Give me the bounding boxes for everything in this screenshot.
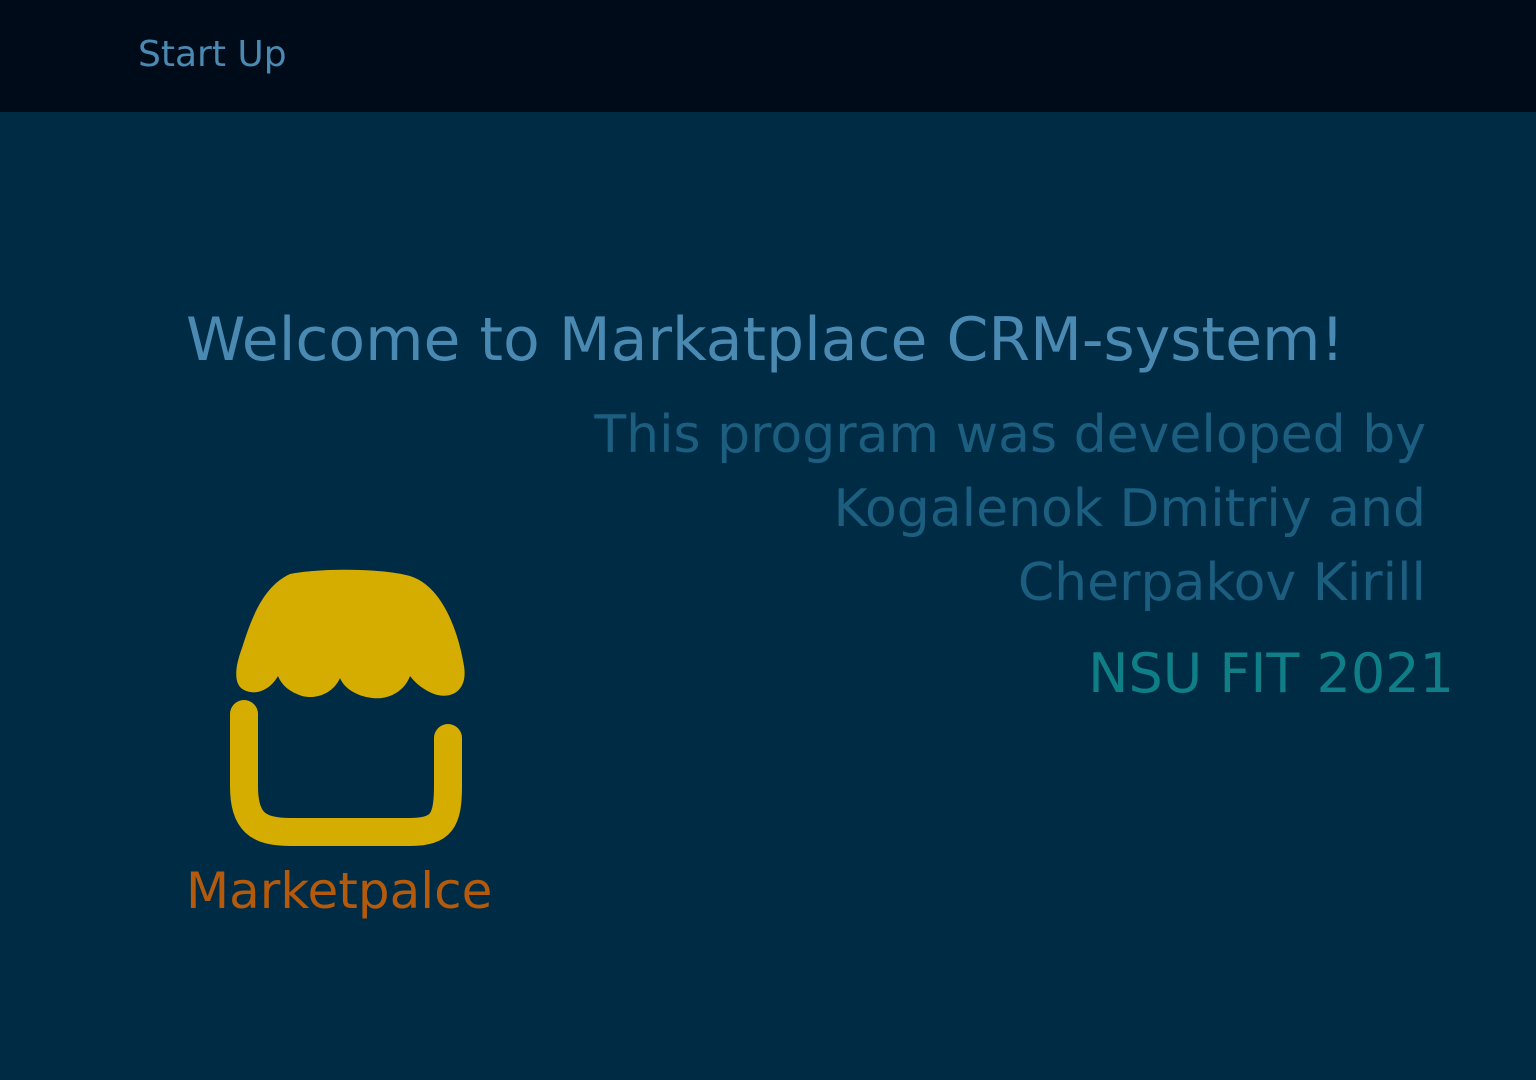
credits-line: Cherpakov Kirill bbox=[1017, 553, 1426, 613]
developer-credits: This program was developed by Kogalenok … bbox=[594, 398, 1426, 620]
window-header: Start Up bbox=[0, 0, 1536, 112]
store-base-shape bbox=[230, 700, 462, 846]
window-title: Start Up bbox=[138, 34, 287, 75]
organization-year: NSU FIT 2021 bbox=[1088, 642, 1454, 705]
welcome-heading: Welcome to Markatplace CRM-system! bbox=[186, 305, 1345, 375]
credits-line: Kogalenok Dmitriy and bbox=[833, 479, 1426, 539]
credits-line: This program was developed by bbox=[594, 405, 1426, 465]
shop-awning-icon bbox=[230, 569, 465, 846]
awning-shape bbox=[236, 569, 465, 699]
logo-label: Marketpalce bbox=[186, 862, 493, 920]
